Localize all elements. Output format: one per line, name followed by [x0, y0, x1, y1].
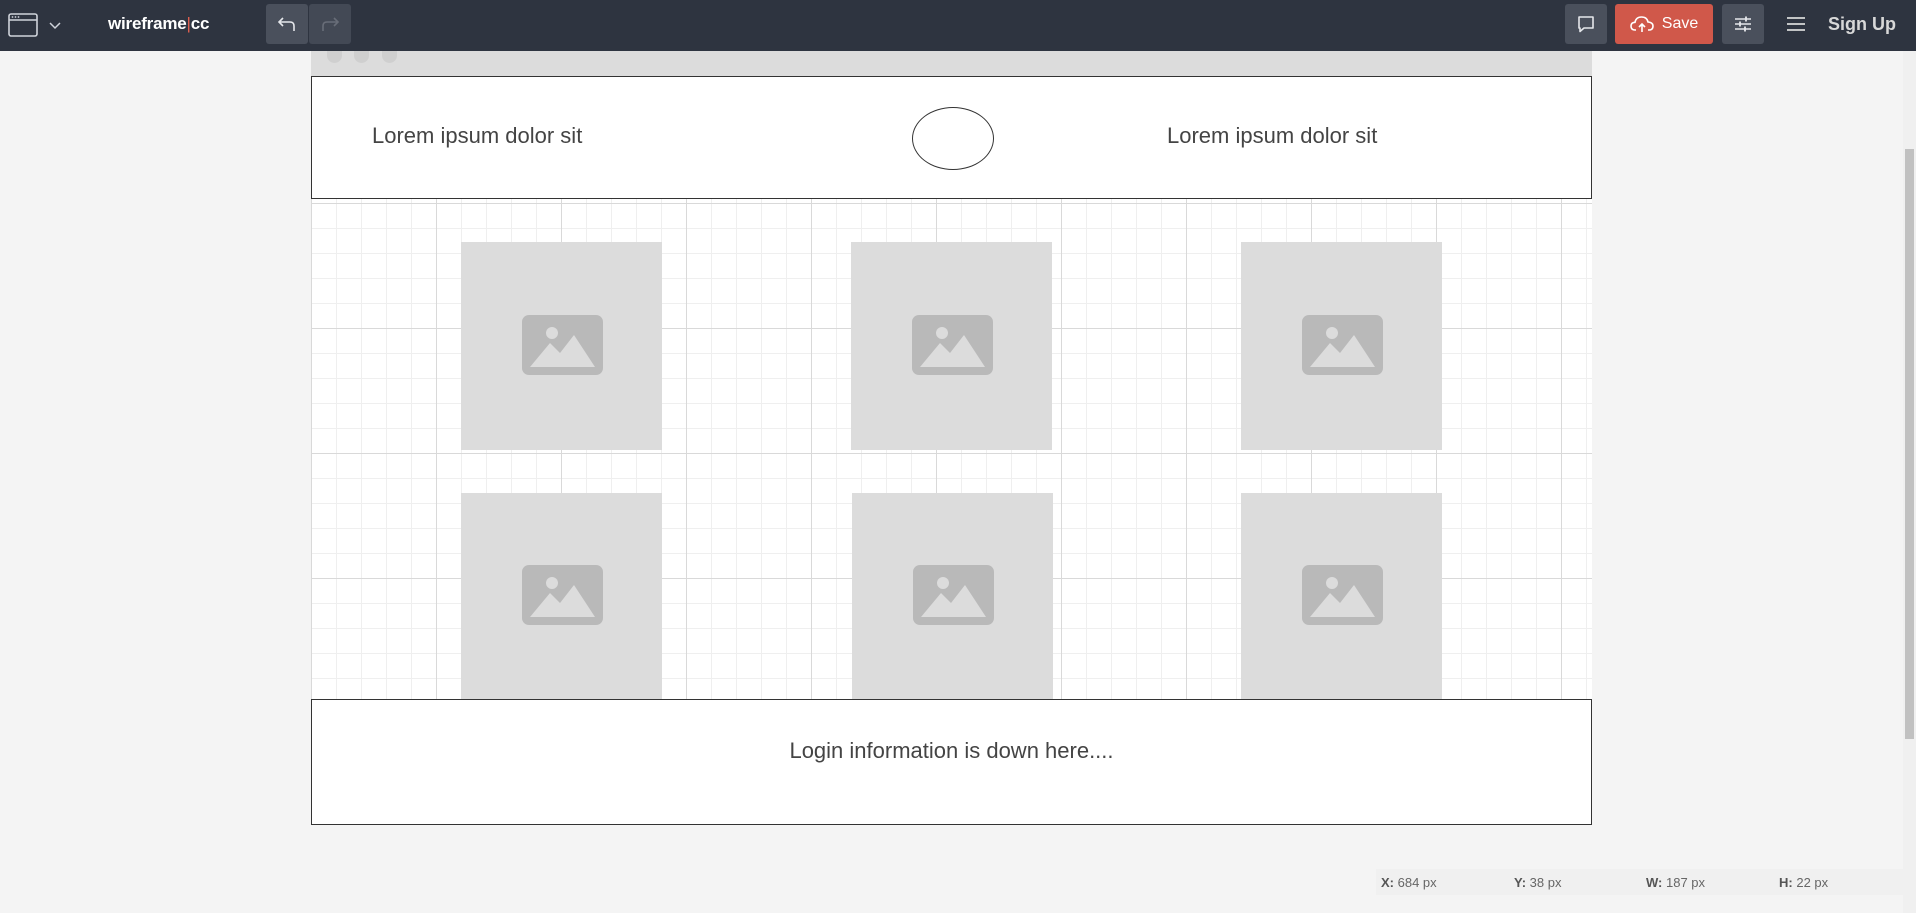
image-placeholder-icon	[522, 315, 603, 375]
speech-bubble-icon	[1578, 16, 1594, 33]
settings-button[interactable]	[1722, 4, 1764, 44]
header-right-text[interactable]: Lorem ipsum dolor sit	[1167, 123, 1377, 149]
status-y: Y: 38 px	[1514, 875, 1562, 890]
wireframe-header-box[interactable]: Lorem ipsum dolor sit Lorem ipsum dolor …	[311, 76, 1592, 199]
hamburger-icon	[1787, 17, 1805, 31]
dimension-status-bar: X: 684 px Y: 38 px W: 187 px H: 22 px	[1376, 869, 1903, 895]
image-placeholder[interactable]	[851, 242, 1052, 450]
undo-arrow-icon	[277, 17, 295, 31]
status-h: H: 22 px	[1779, 875, 1829, 890]
app-logo[interactable]: wireframe|cc	[108, 14, 209, 34]
header-left-text[interactable]: Lorem ipsum dolor sit	[372, 123, 582, 149]
image-placeholder[interactable]	[461, 493, 662, 699]
vertical-scrollbar[interactable]	[1903, 51, 1916, 913]
comment-button[interactable]	[1565, 4, 1607, 44]
image-placeholder-icon	[1302, 565, 1383, 625]
undo-button[interactable]	[266, 4, 308, 44]
image-placeholder[interactable]	[1241, 242, 1442, 450]
image-placeholder-icon	[913, 565, 994, 625]
cloud-upload-icon	[1629, 16, 1654, 32]
window-menu-button[interactable]	[6, 9, 66, 41]
save-label: Save	[1661, 15, 1699, 32]
image-placeholder-icon	[522, 565, 603, 625]
header-logo-oval[interactable]	[912, 107, 994, 170]
browser-window-icon	[8, 13, 38, 37]
redo-arrow-icon	[322, 17, 340, 31]
sliders-icon	[1735, 16, 1751, 32]
redo-button[interactable]	[309, 4, 351, 44]
logo-main: wireframe	[108, 14, 187, 33]
image-placeholder[interactable]	[461, 242, 662, 450]
browser-chrome-bar	[311, 51, 1592, 76]
image-placeholder[interactable]	[1241, 493, 1442, 699]
scrollbar-thumb[interactable]	[1905, 149, 1914, 739]
status-x: X: 684 px	[1381, 875, 1437, 890]
window-dot	[327, 51, 342, 63]
window-dot	[382, 51, 397, 63]
image-placeholder[interactable]	[852, 493, 1053, 699]
wireframe-footer-box[interactable]: Login information is down here....	[311, 699, 1592, 825]
image-placeholder-icon	[1302, 315, 1383, 375]
window-dot	[354, 51, 369, 63]
status-w: W: 187 px	[1646, 875, 1706, 890]
save-button[interactable]: Save	[1615, 4, 1713, 44]
top-toolbar: wireframe|cc Save Sign Up	[0, 0, 1916, 51]
footer-login-text[interactable]: Login information is down here....	[312, 738, 1591, 764]
wireframe-canvas[interactable]: Lorem ipsum dolor sit Lorem ipsum dolor …	[311, 51, 1592, 825]
logo-tail: cc	[190, 14, 210, 33]
image-placeholder-icon	[912, 315, 993, 375]
main-menu-button[interactable]	[1780, 4, 1812, 44]
grid-background	[311, 199, 1592, 699]
sign-up-link[interactable]: Sign Up	[1820, 13, 1904, 35]
chevron-down-icon	[49, 22, 61, 30]
